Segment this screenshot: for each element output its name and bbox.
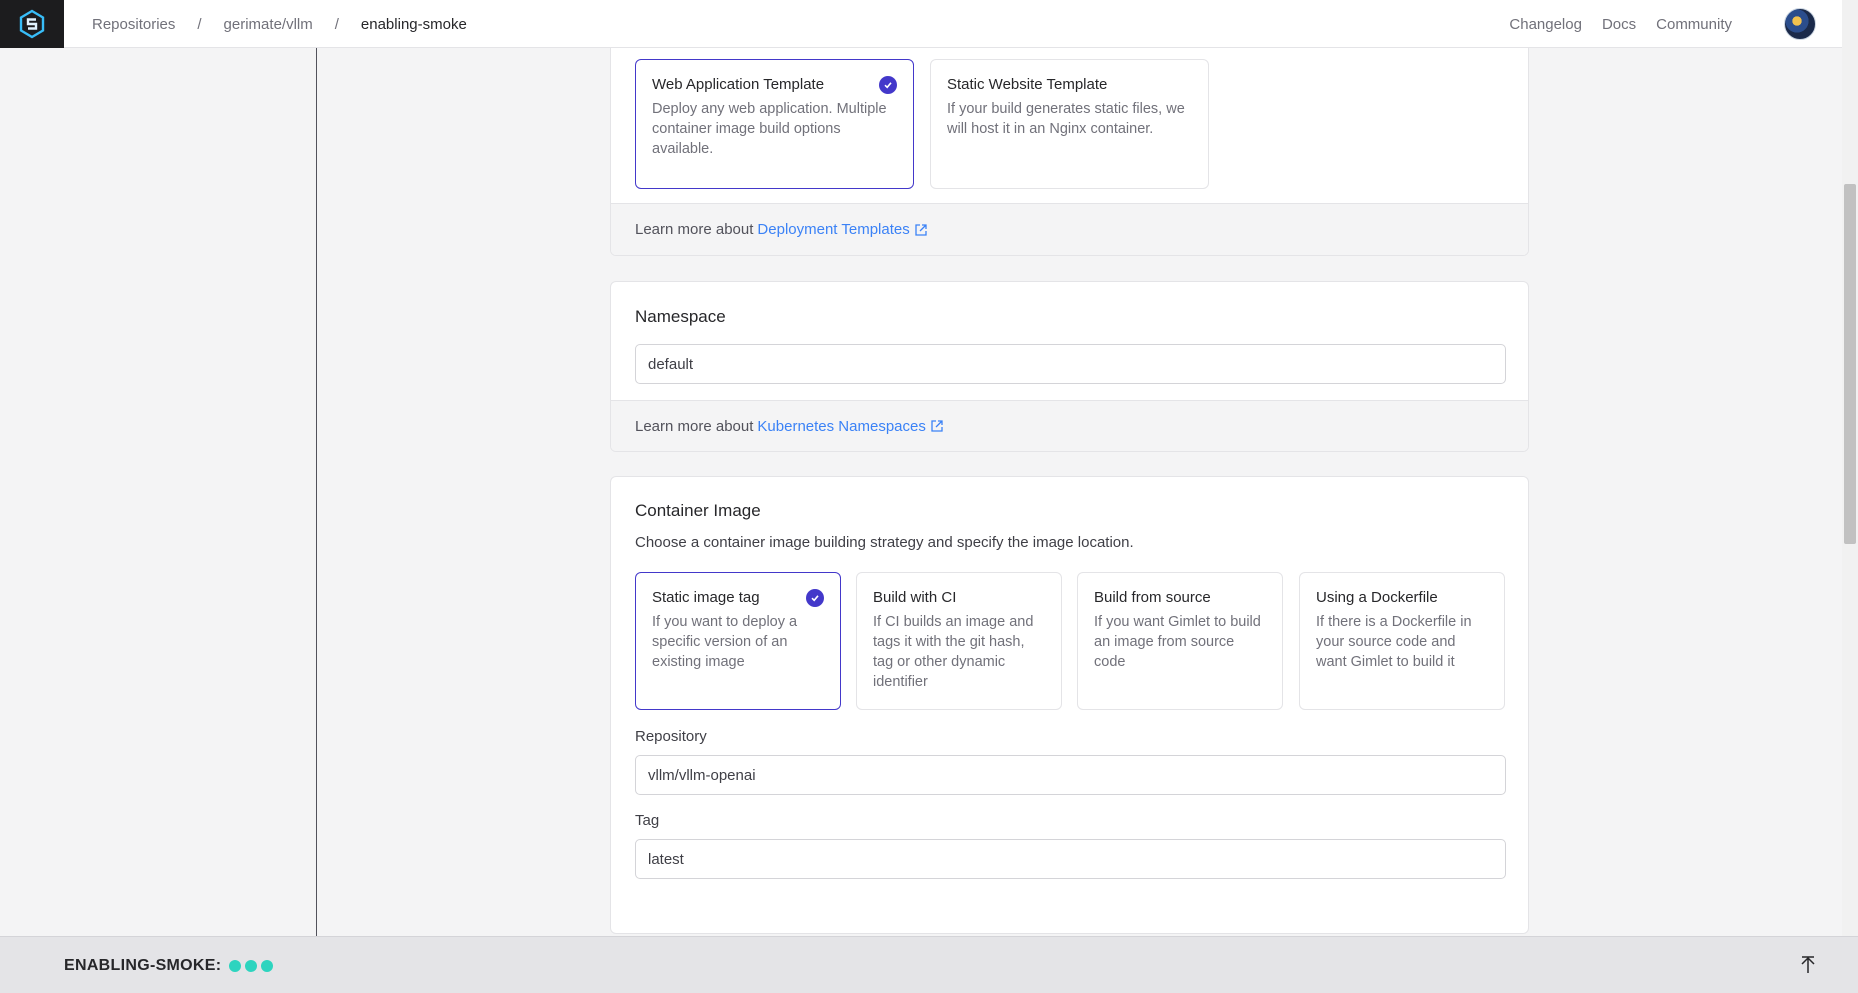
tag-label: Tag: [635, 812, 660, 829]
namespace-panel: Namespace Learn more about Kubernetes Na…: [610, 281, 1529, 452]
expand-up-button[interactable]: [1794, 951, 1822, 979]
template-help-footer: Learn more about Deployment Templates: [611, 203, 1528, 255]
external-link-icon: [931, 420, 943, 432]
namespace-title: Namespace: [635, 307, 726, 326]
breadcrumb-repositories[interactable]: Repositories: [92, 16, 175, 33]
top-bar: Repositories / gerimate/vllm / enabling-…: [0, 0, 1842, 48]
strategy-title: Using a Dockerfile: [1316, 589, 1438, 606]
strategy-title: Build from source: [1094, 589, 1211, 606]
strategy-card-build-from-source[interactable]: Build from source If you want Gimlet to …: [1077, 572, 1283, 710]
repository-input[interactable]: [635, 755, 1506, 795]
scrollbar-thumb[interactable]: [1844, 184, 1856, 544]
template-description: Deploy any web application. Multiple con…: [652, 101, 887, 157]
env-status[interactable]: ENABLING-SMOKE:: [64, 937, 274, 993]
namespace-input[interactable]: [635, 344, 1506, 384]
status-dot: [229, 959, 242, 972]
breadcrumb-separator: /: [334, 15, 339, 33]
kubernetes-namespaces-link[interactable]: Kubernetes Namespaces: [757, 418, 943, 435]
link-label: Kubernetes Namespaces: [757, 417, 926, 435]
template-card-web-application[interactable]: Web Application Template Deploy any web …: [635, 59, 914, 189]
env-name: ENABLING-SMOKE:: [64, 956, 222, 974]
sidebar: [0, 48, 317, 936]
container-image-panel: Container Image Choose a container image…: [610, 476, 1529, 934]
arrow-up-icon: [1801, 956, 1815, 973]
nav-docs[interactable]: Docs: [1602, 16, 1636, 33]
namespace-help-footer: Learn more about Kubernetes Namespaces: [611, 400, 1528, 451]
link-label: Deployment Templates: [757, 221, 910, 238]
container-image-title: Container Image: [635, 501, 761, 520]
status-dot: [245, 959, 258, 972]
tag-input[interactable]: [635, 839, 1506, 879]
template-title: Web Application Template: [652, 76, 825, 93]
external-link-icon: [915, 223, 927, 236]
breadcrumb: Repositories / gerimate/vllm / enabling-…: [92, 0, 467, 48]
strategy-card-build-with-ci[interactable]: Build with CI If CI builds an image and …: [856, 572, 1062, 710]
status-dot: [261, 959, 274, 972]
breadcrumb-separator: /: [197, 15, 202, 33]
deployment-template-panel: Web Application Template Deploy any web …: [610, 38, 1529, 256]
bottom-status-bar: ENABLING-SMOKE:: [0, 936, 1858, 993]
strategy-title: Static image tag: [652, 589, 760, 606]
strategy-card-static-image-tag[interactable]: Static image tag If you want to deploy a…: [635, 572, 841, 710]
breadcrumb-env[interactable]: enabling-smoke: [361, 16, 467, 33]
check-circle-icon: [879, 76, 897, 94]
strategy-card-using-dockerfile[interactable]: Using a Dockerfile If there is a Dockerf…: [1299, 572, 1505, 710]
strategy-description: If CI builds an image and tags it with t…: [873, 614, 1034, 690]
gimlet-logo-icon[interactable]: [0, 0, 64, 48]
help-text: Learn more about: [635, 417, 754, 435]
deployment-templates-link[interactable]: Deployment Templates: [757, 221, 927, 238]
help-text: Learn more about: [635, 221, 754, 238]
avatar[interactable]: [1784, 8, 1816, 40]
repository-label: Repository: [635, 728, 707, 745]
strategy-description: If you want Gimlet to build an image fro…: [1094, 614, 1261, 670]
nav-changelog[interactable]: Changelog: [1509, 16, 1582, 33]
template-description: If your build generates static files, we…: [947, 101, 1185, 137]
strategy-title: Build with CI: [873, 589, 957, 606]
strategy-description: If there is a Dockerfile in your source …: [1316, 614, 1472, 670]
scrollbar[interactable]: [1842, 0, 1858, 936]
template-card-static-website[interactable]: Static Website Template If your build ge…: [930, 59, 1209, 189]
check-circle-icon: [806, 589, 824, 607]
nav-community[interactable]: Community: [1656, 16, 1732, 33]
template-title: Static Website Template: [947, 76, 1108, 93]
strategy-description: If you want to deploy a specific version…: [652, 614, 798, 670]
status-dots: [225, 959, 274, 972]
top-nav: Changelog Docs Community: [1489, 0, 1732, 48]
container-image-subtitle: Choose a container image building strate…: [635, 534, 1134, 551]
breadcrumb-repo[interactable]: gerimate/vllm: [224, 16, 313, 33]
